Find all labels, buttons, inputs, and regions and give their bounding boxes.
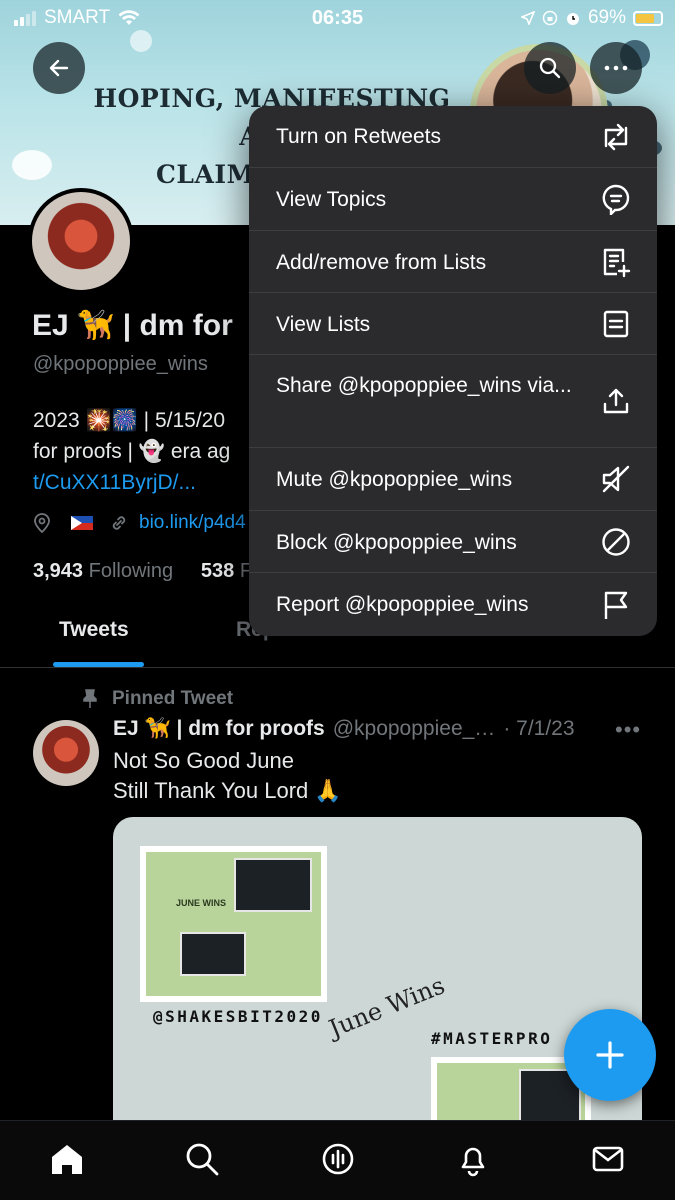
status-bar: SMART 06:35 69% [0,0,675,36]
menu-item-label: View Lists [276,313,371,336]
menu-item-label: View Topics [276,188,387,211]
followers-count[interactable]: 538 [201,560,234,582]
media-tag: @SHAKESBIT2020 [153,1007,323,1026]
alarm-icon [566,13,579,25]
profile-avatar[interactable] [28,188,134,294]
spaces-icon [322,1143,354,1175]
media-card: JUNE WINS [140,846,327,1002]
menu-item-block[interactable]: Block @kpopoppiee_wins [249,511,657,573]
profile-bio: 2023 🎇🎆 | 5/15/20 for proofs | 👻 era ag … [33,405,273,498]
pinned-indicator: Pinned Tweet [82,688,233,710]
bio-link[interactable]: t/CuXX11ByrjD/... [33,467,273,498]
tweet-text-line: Not So Good June [113,748,295,773]
lock-rotation-icon [542,10,558,26]
menu-item-view-topics[interactable]: View Topics [249,168,657,231]
compose-tweet-button[interactable] [564,1009,656,1101]
tweet-header: EJ 🦮 | dm for proofs @kpopoppiee_… · 7/1… [113,717,633,741]
menu-item-report[interactable]: Report @kpopoppiee_wins [249,573,657,636]
messages-icon [592,1146,624,1172]
nav-messages[interactable] [588,1139,628,1179]
menu-item-label: Block @kpopoppiee_wins [276,531,517,554]
more-dots-icon [604,65,628,71]
back-button[interactable] [33,42,85,94]
menu-item-label: Share @kpopoppiee_wins via... [276,374,572,397]
arrow-left-icon [49,59,69,77]
following-count[interactable]: 3,943 [33,560,83,582]
list-add-icon [599,245,633,279]
profile-meta: 🇵🇭 bio.link/p4d4 [33,512,263,534]
notifications-icon [461,1147,485,1177]
menu-item-add-remove-lists[interactable]: Add/remove from Lists [249,231,657,293]
menu-item-label: Turn on Retweets [276,125,441,148]
location-pin-icon [34,513,50,533]
philippines-flag-icon [71,516,93,530]
tweet-author-name[interactable]: EJ 🦮 | dm for proofs [113,717,325,741]
pin-icon [83,689,97,708]
tweet-avatar[interactable] [33,720,99,786]
home-icon [52,1145,82,1174]
more-options-button[interactable] [590,42,642,94]
share-icon [599,384,633,418]
pinned-label: Pinned Tweet [112,688,234,709]
following-label[interactable]: Following [89,560,173,582]
profile-options-menu: Turn on Retweets View Topics Add/remove … [249,106,657,636]
menu-item-label: Report @kpopoppiee_wins [276,593,529,616]
battery-percent: 69% [587,7,626,28]
bio-line: for proofs | 👻 era ag [33,440,231,463]
search-icon [539,57,561,79]
menu-item-share[interactable]: Share @kpopoppiee_wins via... [249,355,657,448]
nav-search[interactable] [182,1139,222,1179]
tab-tweets[interactable]: Tweets [59,618,129,642]
active-tab-indicator [53,662,144,667]
battery-icon [633,10,663,26]
bottom-nav [0,1120,675,1200]
nav-spaces[interactable] [318,1139,358,1179]
media-tag: #MASTERPRO [431,1029,553,1048]
bio-line: 2023 🎇🎆 | 5/15/20 [33,409,226,432]
website-link[interactable]: bio.link/p4d4 [139,512,246,534]
retweet-icon [599,120,633,154]
flag-icon [599,588,633,622]
plus-icon [596,1041,624,1069]
nav-notifications[interactable] [453,1139,493,1179]
tweet-more-icon[interactable]: ••• [615,717,641,743]
profile-display-name: EJ 🦮 | dm for [32,309,233,342]
topics-icon [599,182,633,216]
search-icon [186,1143,219,1176]
mute-icon [599,462,633,496]
nav-home[interactable] [47,1139,87,1179]
profile-handle: @kpopoppiee_wins [33,353,208,375]
tweet-author-handle[interactable]: @kpopoppiee_… [333,717,496,741]
search-button[interactable] [524,42,576,94]
tweet-text-line: Still Thank You Lord 🙏 [113,778,342,803]
link-icon [112,516,126,530]
location-icon [520,11,535,25]
media-card-caption: JUNE WINS [176,898,227,908]
menu-item-mute[interactable]: Mute @kpopoppiee_wins [249,448,657,511]
tweet-date[interactable]: · 7/1/23 [503,717,574,741]
list-icon [599,307,633,341]
menu-item-turn-on-retweets[interactable]: Turn on Retweets [249,106,657,168]
menu-item-label: Add/remove from Lists [276,251,487,274]
block-icon [599,525,633,559]
follow-stats: 3,943 Following 538 Fo [33,560,263,583]
tweet-text[interactable]: Not So Good June Still Thank You Lord 🙏 [113,746,342,806]
menu-item-view-lists[interactable]: View Lists [249,293,657,355]
menu-item-label: Mute @kpopoppiee_wins [276,468,513,491]
